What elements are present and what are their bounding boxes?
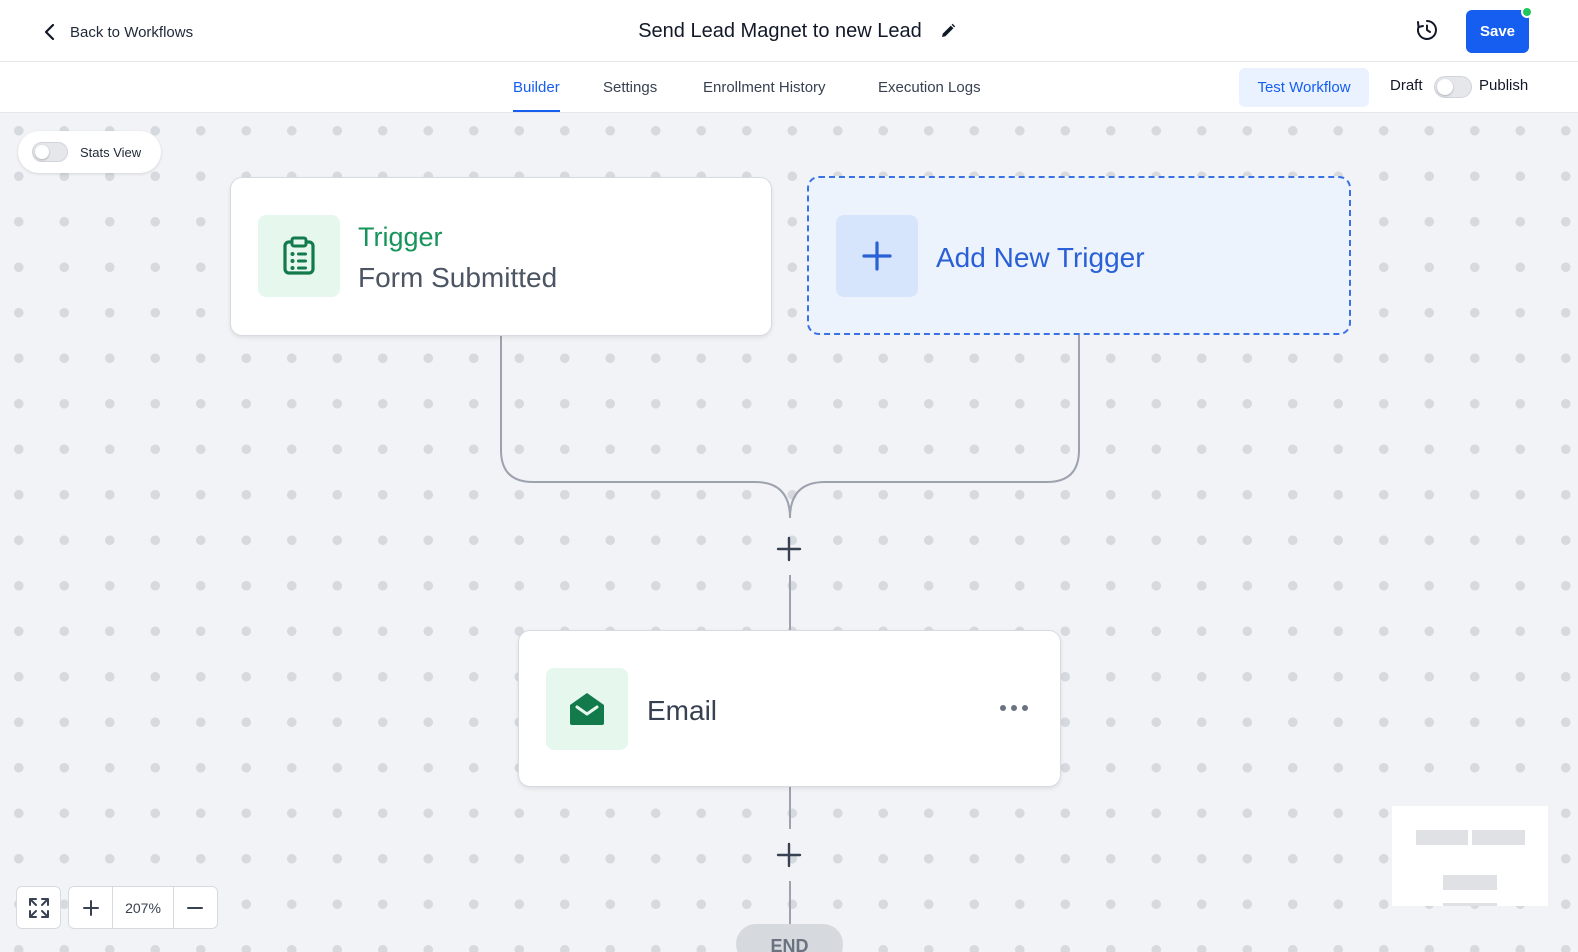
minimap-end-node xyxy=(1443,903,1497,906)
minimap-email-node xyxy=(1443,875,1497,890)
minimap-trigger-node xyxy=(1416,830,1468,845)
back-label: Back to Workflows xyxy=(70,23,194,41)
draft-label: Draft xyxy=(1390,77,1423,94)
zoom-in-button[interactable] xyxy=(69,887,112,928)
title-area: Send Lead Magnet to new Lead xyxy=(0,14,1578,48)
add-step-plus-icon[interactable] xyxy=(774,534,804,564)
stats-view-toggle[interactable] xyxy=(32,142,68,162)
minimap[interactable] xyxy=(1392,806,1548,906)
trigger-node[interactable]: Trigger Form Submitted xyxy=(230,177,772,336)
zoom-in-icon xyxy=(82,899,99,916)
trigger-subtitle: Form Submitted xyxy=(358,262,558,293)
chevron-left-icon xyxy=(44,23,55,41)
tab-builder[interactable]: Builder xyxy=(513,62,560,112)
workflow-title[interactable]: Send Lead Magnet to new Lead xyxy=(638,20,922,43)
stats-view-label: Stats View xyxy=(80,144,142,160)
zoom-out-button[interactable] xyxy=(174,887,217,928)
add-new-trigger-button[interactable]: Add New Trigger xyxy=(807,176,1351,335)
stats-view-control: Stats View xyxy=(18,131,161,173)
toggle-knob xyxy=(1437,79,1453,95)
plus-icon xyxy=(836,215,918,297)
unsaved-status-dot xyxy=(1521,6,1533,18)
email-action-node[interactable]: Email xyxy=(518,630,1061,787)
workflow-canvas[interactable]: Stats View Trigger Form Submitted Add Ne… xyxy=(0,113,1578,952)
pencil-icon[interactable] xyxy=(936,19,960,43)
zoom-out-icon xyxy=(187,906,204,909)
add-step-plus-icon[interactable] xyxy=(774,840,804,870)
clipboard-list-icon xyxy=(258,215,340,297)
tab-bar: Builder Settings Enrollment History Exec… xyxy=(0,62,1578,113)
zoom-controls: 207% xyxy=(68,886,218,929)
tab-enrollment-history[interactable]: Enrollment History xyxy=(703,62,826,112)
back-to-workflows-link[interactable]: Back to Workflows xyxy=(40,18,193,46)
add-new-trigger-label: Add New Trigger xyxy=(936,242,1145,273)
minimap-add-trigger-node xyxy=(1472,830,1525,845)
history-clock-icon[interactable] xyxy=(1414,17,1440,43)
end-node: END xyxy=(736,924,843,952)
publish-label: Publish xyxy=(1479,77,1529,94)
top-header: Back to Workflows Send Lead Magnet to ne… xyxy=(0,0,1578,62)
test-workflow-button[interactable]: Test Workflow xyxy=(1239,68,1369,107)
more-options-icon[interactable] xyxy=(997,693,1031,723)
tab-execution-logs[interactable]: Execution Logs xyxy=(878,62,981,112)
fit-to-screen-icon[interactable] xyxy=(16,886,61,929)
trigger-title: Trigger xyxy=(358,222,443,252)
envelope-open-icon xyxy=(546,668,628,750)
email-label: Email xyxy=(647,695,718,726)
zoom-level: 207% xyxy=(112,887,174,928)
publish-toggle[interactable] xyxy=(1434,76,1472,98)
save-button[interactable]: Save xyxy=(1466,10,1529,53)
tab-settings[interactable]: Settings xyxy=(603,62,657,112)
toggle-knob xyxy=(35,145,49,159)
